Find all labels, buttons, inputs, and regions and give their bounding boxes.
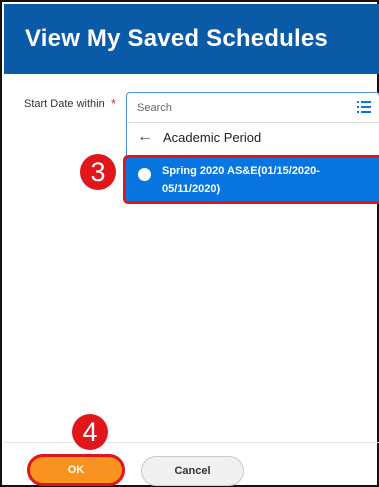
cancel-button[interactable]: Cancel <box>141 456 244 486</box>
step-3-badge: 3 <box>80 154 116 190</box>
list-icon[interactable] <box>357 101 371 113</box>
page-title: View My Saved Schedules <box>25 25 328 52</box>
search-input[interactable] <box>137 99 337 117</box>
start-date-prompt[interactable]: ← Academic Period Spring 2020 AS&E(01/15… <box>123 92 379 204</box>
option-label: Spring 2020 AS&E(01/15/2020-05/11/2020) <box>162 165 320 195</box>
dialog-header: View My Saved Schedules <box>4 4 379 74</box>
required-indicator: * <box>111 96 117 111</box>
footer-divider <box>4 442 379 443</box>
step-4-badge: 4 <box>72 414 108 450</box>
search-row <box>127 93 379 123</box>
option-spring-2020[interactable]: Spring 2020 AS&E(01/15/2020-05/11/2020) <box>123 155 379 204</box>
radio-button[interactable] <box>138 168 151 181</box>
dialog-frame: View My Saved Schedules Start Date withi… <box>0 0 379 487</box>
start-date-label: Start Date within <box>24 98 105 110</box>
category-label: Academic Period <box>163 129 262 145</box>
ok-button[interactable]: OK <box>27 454 125 486</box>
back-to-category[interactable]: ← Academic Period <box>127 123 379 151</box>
back-arrow-icon: ← <box>137 128 153 145</box>
